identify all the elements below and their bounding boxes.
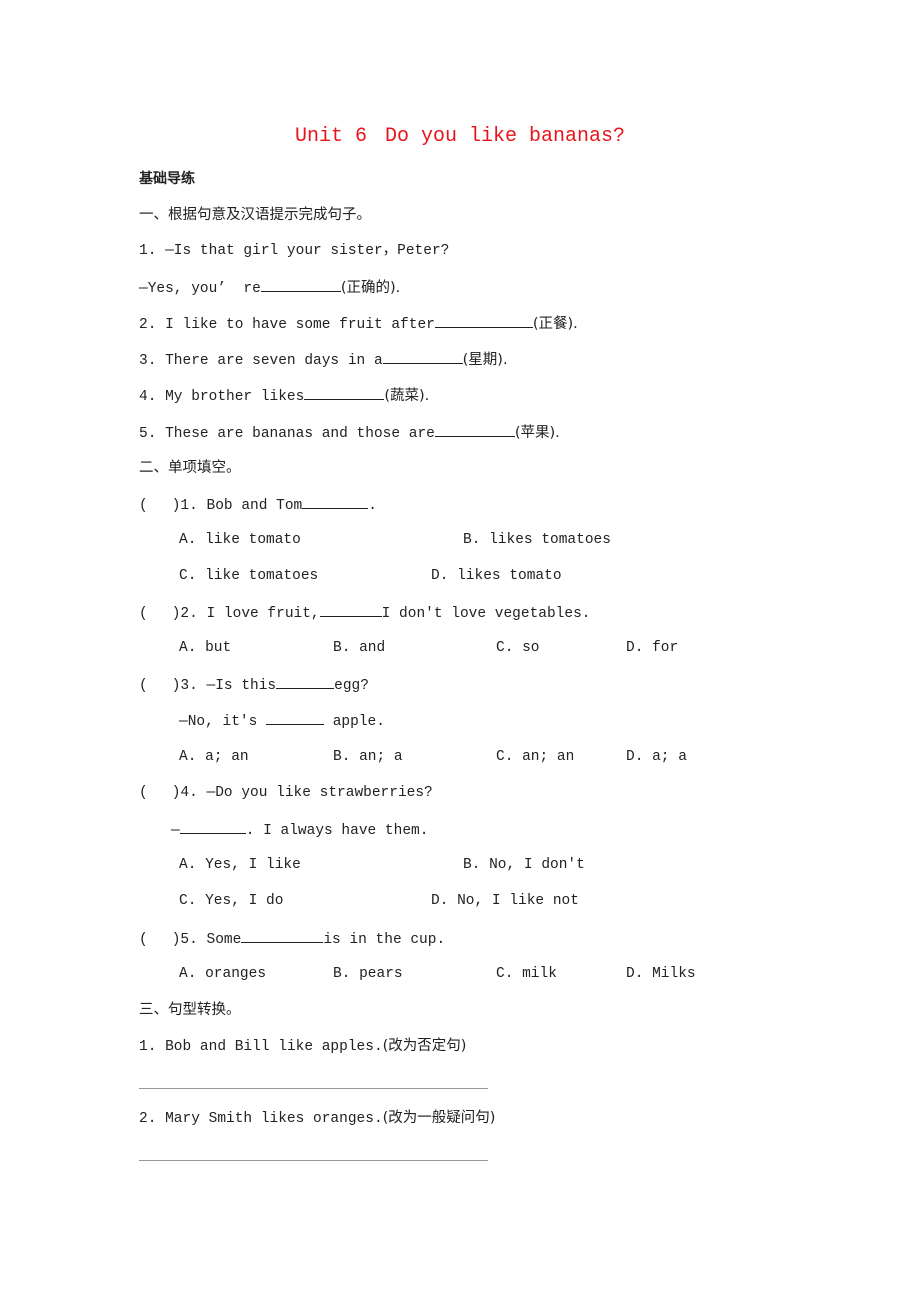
title-question: Do you like bananas? (384, 125, 626, 148)
page-title: Unit 6 Do you like bananas? (0, 125, 920, 149)
part2-question-2: ()2. I love fruit, I don't love vegetable… (139, 603, 590, 623)
answer-line[interactable] (139, 1160, 488, 1161)
option[interactable]: B. pears (333, 965, 403, 983)
option[interactable]: A. Yes, I like (179, 856, 301, 874)
option[interactable]: C. so (496, 639, 540, 657)
option[interactable]: A. but (179, 639, 231, 657)
part2-question-5: ()5. Some is in the cup. (139, 929, 445, 949)
answer-blank[interactable] (179, 820, 246, 834)
part1-item-1-question: 1. —Is that girl your sister，Peter? (139, 243, 450, 259)
option[interactable]: C. like tomatoes (179, 567, 318, 585)
part2-question-1: ()1. Bob and Tom. (139, 495, 377, 515)
part1-item-3: 3. There are seven days in a (星期). (139, 350, 508, 369)
section-heading: 基础导练 (139, 171, 195, 187)
option[interactable]: D. likes tomato (431, 567, 562, 585)
part1-item-4: 4. My brother likes (蔬菜). (139, 386, 430, 405)
option[interactable]: C. Yes, I do (179, 892, 283, 910)
answer-blank[interactable] (266, 711, 325, 725)
option[interactable]: C. milk (496, 965, 557, 983)
answer-blank[interactable] (434, 314, 533, 328)
option[interactable]: D. No, I like not (431, 892, 579, 910)
answer-blank[interactable] (241, 929, 324, 943)
answer-blank[interactable] (382, 350, 463, 364)
option[interactable]: B. an; a (333, 748, 403, 766)
option[interactable]: A. like tomato (179, 531, 301, 549)
option[interactable]: A. oranges (179, 965, 266, 983)
option[interactable]: A. a; an (179, 748, 249, 766)
option[interactable]: D. for (626, 639, 678, 657)
answer-blank[interactable] (434, 423, 515, 437)
answer-blank[interactable] (304, 386, 385, 400)
option[interactable]: B. likes tomatoes (463, 531, 611, 549)
option[interactable]: B. No, I don't (463, 856, 585, 874)
part3-item-2: 2. Mary Smith likes oranges.(改为一般疑问句) (139, 1110, 496, 1127)
answer-blank[interactable] (302, 495, 369, 509)
option[interactable]: B. and (333, 639, 385, 657)
part3-heading: 三、句型转换。 (139, 1002, 241, 1018)
title-unit: Unit 6 (294, 125, 367, 148)
part1-item-2: 2. I like to have some fruit after (正餐). (139, 314, 578, 333)
option[interactable]: C. an; an (496, 748, 574, 766)
part2-heading: 二、单项填空。 (139, 460, 241, 476)
part1-item-5: 5. These are bananas and those are (苹果). (139, 423, 560, 442)
part2-question-4: ()4. —Do you like strawberries? (139, 785, 433, 801)
answer-blank[interactable] (319, 603, 382, 617)
option[interactable]: D. Milks (626, 965, 696, 983)
part1-item-1: —Yes, you’ re (正确的). (139, 278, 401, 297)
part2-question-4-line2: —. I always have them. (171, 820, 428, 840)
option[interactable]: D. a; a (626, 748, 687, 766)
part3-item-1: 1. Bob and Bill like apples.(改为否定句) (139, 1038, 467, 1055)
answer-blank[interactable] (260, 278, 341, 292)
answer-blank[interactable] (276, 675, 335, 689)
part2-question-3-line2: —No, it's apple. (179, 711, 385, 731)
part1-heading: 一、根据句意及汉语提示完成句子。 (139, 207, 371, 223)
answer-line[interactable] (139, 1088, 488, 1089)
part2-question-3: ()3. —Is this egg? (139, 675, 369, 695)
